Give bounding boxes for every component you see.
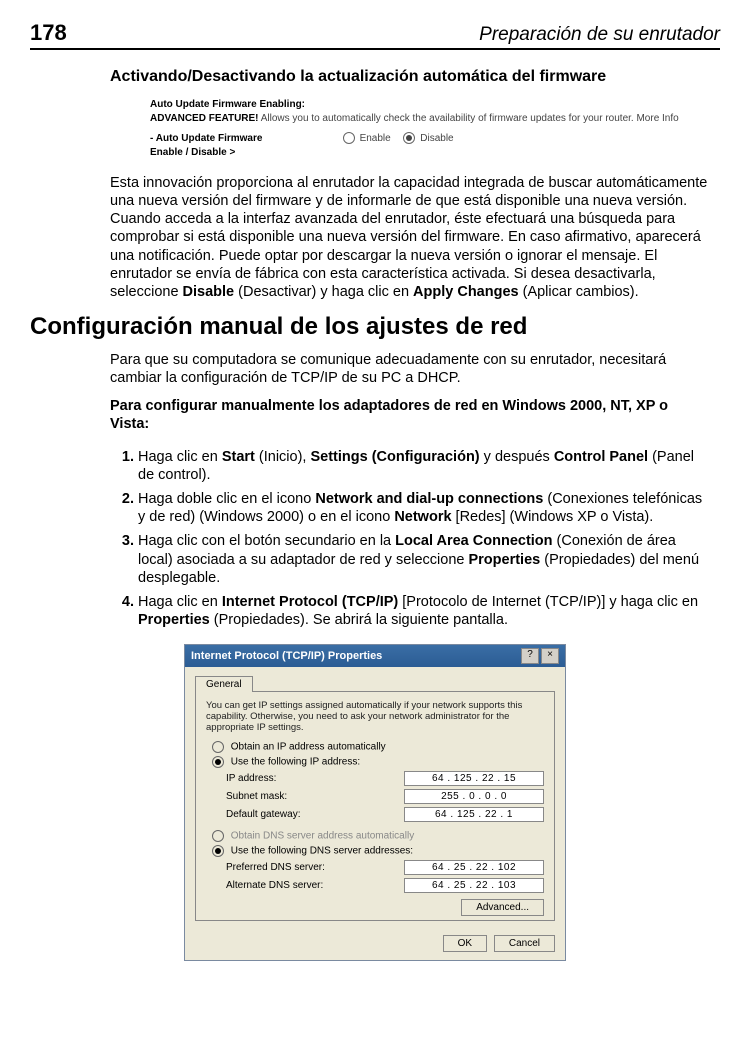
step1-m2: y después bbox=[480, 449, 554, 465]
step1-b3: Control Panel bbox=[554, 449, 648, 465]
tab-general[interactable]: General bbox=[195, 676, 253, 692]
auto-ip-label: Obtain an IP address automatically bbox=[231, 741, 386, 752]
use-dns-label: Use the following DNS server addresses: bbox=[231, 845, 413, 856]
alt-dns-label: Alternate DNS server: bbox=[226, 880, 323, 891]
ip-row: IP address: 64 . 125 . 22 . 15 bbox=[226, 771, 544, 786]
enable-label: Enable bbox=[360, 133, 391, 144]
pref-dns-row: Preferred DNS server: 64 . 25 . 22 . 102 bbox=[226, 860, 544, 875]
opt-use-ip-row: Use the following IP address: bbox=[212, 756, 544, 768]
step2-m2: [Redes] (Windows XP o Vista). bbox=[452, 509, 654, 525]
dialog-title: Internet Protocol (TCP/IP) Properties bbox=[191, 650, 382, 662]
fw-toggle-l2: Enable / Disable > bbox=[150, 147, 235, 158]
tcpip-dialog: Internet Protocol (TCP/IP) Properties ? … bbox=[184, 644, 566, 961]
cancel-button[interactable]: Cancel bbox=[494, 935, 555, 952]
step3-b2: Properties bbox=[468, 552, 540, 568]
subnet-input[interactable]: 255 . 0 . 0 . 0 bbox=[404, 789, 544, 804]
s1-end: (Aplicar cambios). bbox=[519, 284, 639, 300]
step3-b1: Local Area Connection bbox=[395, 533, 552, 549]
use-dns-radio[interactable] bbox=[212, 845, 224, 857]
dialog-footer: OK Cancel bbox=[185, 929, 565, 960]
ok-button[interactable]: OK bbox=[443, 935, 487, 952]
step4-b1: Internet Protocol (TCP/IP) bbox=[222, 594, 398, 610]
fw-line2-bold: ADVANCED FEATURE! bbox=[150, 113, 259, 124]
auto-ip-radio[interactable] bbox=[212, 741, 224, 753]
fw-toggle-row: - Auto Update Firmware Enable / Disable … bbox=[150, 132, 720, 160]
use-ip-radio[interactable] bbox=[212, 756, 224, 768]
step1-pre: Haga clic en bbox=[138, 449, 222, 465]
step-1: Haga clic en Start (Inicio), Settings (C… bbox=[138, 448, 710, 484]
section1-para: Esta innovación proporciona al enrutador… bbox=[110, 174, 710, 301]
opt-auto-ip-row: Obtain an IP address automatically bbox=[212, 741, 544, 753]
close-icon[interactable]: × bbox=[541, 648, 559, 664]
section1-title: Activando/Desactivando la actualización … bbox=[110, 68, 720, 86]
ip-label: IP address: bbox=[226, 773, 276, 784]
auto-dns-label: Obtain DNS server address automatically bbox=[231, 830, 414, 841]
step4-m1: [Protocolo de Internet (TCP/IP)] y haga … bbox=[398, 594, 698, 610]
disable-radio[interactable] bbox=[403, 132, 415, 144]
fw-line2-rest: Allows you to automatically check the av… bbox=[259, 113, 679, 124]
s1-b2: Apply Changes bbox=[413, 284, 519, 300]
steps-intro: Para configurar manualmente los adaptado… bbox=[110, 397, 710, 433]
subnet-row: Subnet mask: 255 . 0 . 0 . 0 bbox=[226, 789, 544, 804]
opt-auto-dns-row: Obtain DNS server address automatically bbox=[212, 830, 544, 842]
gateway-input[interactable]: 64 . 125 . 22 . 1 bbox=[404, 807, 544, 822]
pref-dns-label: Preferred DNS server: bbox=[226, 862, 325, 873]
s1-p1: Esta innovación proporciona al enrutador… bbox=[110, 175, 707, 300]
heading2: Configuración manual de los ajustes de r… bbox=[30, 313, 720, 341]
firmware-screenshot: Auto Update Firmware Enabling: ADVANCED … bbox=[150, 98, 720, 160]
step4-b2: Properties bbox=[138, 612, 210, 628]
step-2: Haga doble clic en el icono Network and … bbox=[138, 490, 710, 526]
fw-toggle-label: - Auto Update Firmware Enable / Disable … bbox=[150, 132, 330, 160]
ip-input[interactable]: 64 . 125 . 22 . 15 bbox=[404, 771, 544, 786]
subnet-label: Subnet mask: bbox=[226, 791, 287, 802]
enable-radio[interactable] bbox=[343, 132, 355, 144]
advanced-button[interactable]: Advanced... bbox=[461, 899, 544, 916]
step-3: Haga clic con el botón secundario en la … bbox=[138, 532, 710, 586]
s1-b1: Disable bbox=[183, 284, 235, 300]
disable-label: Disable bbox=[420, 133, 453, 144]
dialog-titlebar: Internet Protocol (TCP/IP) Properties ? … bbox=[185, 645, 565, 667]
step2-b2: Network bbox=[394, 509, 451, 525]
use-ip-label: Use the following IP address: bbox=[231, 756, 360, 767]
dialog-desc: You can get IP settings assigned automat… bbox=[206, 700, 544, 733]
step1-b1: Start bbox=[222, 449, 255, 465]
page-number: 178 bbox=[30, 20, 67, 46]
step2-b1: Network and dial-up connections bbox=[315, 491, 543, 507]
step1-m1: (Inicio), bbox=[255, 449, 311, 465]
alt-dns-input[interactable]: 64 . 25 . 22 . 103 bbox=[404, 878, 544, 893]
step4-m2: (Propiedades). Se abrirá la siguiente pa… bbox=[210, 612, 508, 628]
fw-line2: ADVANCED FEATURE! Allows you to automati… bbox=[150, 112, 720, 126]
tab-panel: You can get IP settings assigned automat… bbox=[195, 691, 555, 921]
step-4: Haga clic en Internet Protocol (TCP/IP) … bbox=[138, 593, 710, 629]
s1-m1: (Desactivar) y haga clic en bbox=[234, 284, 413, 300]
header-title: Preparación de su enrutador bbox=[479, 24, 720, 46]
page-header: 178 Preparación de su enrutador bbox=[30, 20, 720, 50]
steps-list: Haga clic en Start (Inicio), Settings (C… bbox=[110, 448, 710, 629]
opt-use-dns-row: Use the following DNS server addresses: bbox=[212, 845, 544, 857]
help-icon[interactable]: ? bbox=[521, 648, 539, 664]
step3-pre: Haga clic con el botón secundario en la bbox=[138, 533, 395, 549]
step2-pre: Haga doble clic en el icono bbox=[138, 491, 315, 507]
step1-b2: Settings (Configuración) bbox=[310, 449, 479, 465]
gateway-label: Default gateway: bbox=[226, 809, 301, 820]
pref-dns-input[interactable]: 64 . 25 . 22 . 102 bbox=[404, 860, 544, 875]
fw-line1: Auto Update Firmware Enabling: bbox=[150, 98, 720, 112]
para2: Para que su computadora se comunique ade… bbox=[110, 351, 710, 387]
step4-pre: Haga clic en bbox=[138, 594, 222, 610]
fw-toggle-l1: - Auto Update Firmware bbox=[150, 133, 262, 144]
alt-dns-row: Alternate DNS server: 64 . 25 . 22 . 103 bbox=[226, 878, 544, 893]
gateway-row: Default gateway: 64 . 125 . 22 . 1 bbox=[226, 807, 544, 822]
auto-dns-radio[interactable] bbox=[212, 830, 224, 842]
